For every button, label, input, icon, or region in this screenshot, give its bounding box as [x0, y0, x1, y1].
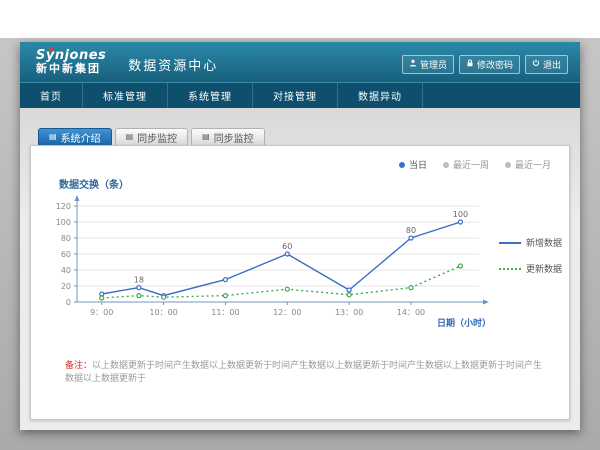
tab-label: 同步监控 [214, 130, 254, 145]
svg-text:80: 80 [406, 226, 416, 235]
tab-label: 同步监控 [137, 130, 177, 145]
app-header: Synjones 新中新集团 数据资源中心 管理员 修改密码 [20, 42, 580, 82]
brand-logo-subtext: 新中新集团 [36, 63, 106, 75]
change-password-button[interactable]: 修改密码 [459, 55, 520, 74]
header-actions: 管理员 修改密码 退出 [402, 55, 568, 74]
svg-text:11：00: 11：00 [211, 308, 239, 317]
range-filter-last-month[interactable]: 最近一月 [505, 158, 551, 171]
lock-icon [466, 59, 474, 70]
svg-text:120: 120 [56, 202, 71, 211]
svg-text:13：00: 13：00 [335, 308, 363, 317]
svg-text:100: 100 [56, 218, 71, 227]
admin-user-label: 管理员 [420, 58, 447, 71]
svg-text:12：00: 12：00 [273, 308, 301, 317]
logo-flame-icon [49, 47, 53, 51]
nav-item-standard-mgmt[interactable]: 标准管理 [83, 83, 168, 108]
brand-logo: Synjones 新中新集团 [36, 49, 106, 75]
line-sample-icon [499, 242, 521, 244]
svg-text:100: 100 [453, 210, 468, 219]
svg-text:40: 40 [61, 266, 71, 275]
logout-button[interactable]: 退出 [525, 55, 568, 74]
change-password-label: 修改密码 [477, 58, 513, 71]
logout-label: 退出 [543, 58, 561, 71]
chart-y-axis-title: 数据交换（条） [59, 176, 129, 191]
radio-dot-icon [399, 162, 405, 168]
range-filter-today[interactable]: 当日 [399, 158, 427, 171]
radio-dot-icon [443, 162, 449, 168]
tab-sync-monitor-2[interactable]: ▤ 同步监控 [191, 128, 265, 145]
content-area: ▤ 系统介绍 ▤ 同步监控 ▤ 同步监控 当日 [20, 108, 580, 430]
radio-dot-icon [505, 162, 511, 168]
brand-logo-text: Synjones [36, 49, 106, 63]
range-filter-label: 当日 [409, 158, 427, 171]
footnote-label: 备注： [65, 361, 92, 371]
page-title: 数据资源中心 [128, 50, 218, 74]
tab-system-intro[interactable]: ▤ 系统介绍 [38, 128, 112, 145]
range-filter-last-week[interactable]: 最近一周 [443, 158, 489, 171]
line-sample-icon [499, 268, 521, 270]
svg-text:日期（小时）: 日期（小时） [437, 317, 491, 329]
svg-text:10：00: 10：00 [149, 308, 177, 317]
footnote: 备注：以上数据更新于时间产生数据以上数据更新于时间产生数据以上数据更新于时间产生… [65, 358, 551, 384]
document-icon: ▤ [202, 133, 210, 141]
nav-item-data-change[interactable]: 数据异动 [338, 83, 423, 108]
power-icon [532, 59, 540, 70]
legend-updated-data[interactable]: 更新数据 [499, 262, 562, 275]
legend-label: 更新数据 [526, 262, 562, 275]
nav-item-system-mgmt[interactable]: 系统管理 [168, 83, 253, 108]
legend-new-data[interactable]: 新增数据 [499, 236, 562, 249]
range-filter-legend: 当日 最近一周 最近一月 [399, 158, 551, 171]
range-filter-label: 最近一月 [515, 158, 551, 171]
tab-sync-monitor-1[interactable]: ▤ 同步监控 [115, 128, 189, 145]
tab-bar: ▤ 系统介绍 ▤ 同步监控 ▤ 同步监控 [38, 128, 265, 145]
nav-item-home[interactable]: 首页 [20, 83, 83, 108]
series-legend: 新增数据 更新数据 [499, 236, 562, 275]
svg-text:60: 60 [61, 250, 71, 259]
range-filter-label: 最近一周 [453, 158, 489, 171]
screenshot-canvas: Synjones 新中新集团 数据资源中心 管理员 修改密码 [0, 0, 600, 450]
main-nav: 首页 标准管理 系统管理 对接管理 数据异动 [20, 82, 580, 108]
svg-text:18: 18 [134, 276, 144, 285]
tab-label: 系统介绍 [61, 130, 101, 145]
svg-text:20: 20 [61, 282, 71, 291]
data-exchange-line-chart: 0 20 40 60 80 100 120 9：00 10：00 11：00 12：00 13：00 1… [37, 192, 493, 332]
admin-user-button[interactable]: 管理员 [402, 55, 454, 74]
legend-label: 新增数据 [526, 236, 562, 249]
svg-text:60: 60 [282, 242, 292, 251]
svg-text:80: 80 [61, 234, 71, 243]
chart-panel: 当日 最近一周 最近一月 数据交换（条） 0 20 40 60 80 100 120 9：00… [30, 145, 570, 420]
document-icon: ▤ [49, 133, 57, 141]
svg-text:0: 0 [66, 298, 71, 307]
svg-text:14：00: 14：00 [397, 308, 425, 317]
user-icon [409, 59, 417, 70]
app-window: Synjones 新中新集团 数据资源中心 管理员 修改密码 [20, 42, 580, 430]
footnote-text: 以上数据更新于时间产生数据以上数据更新于时间产生数据以上数据更新于时间产生数据以… [65, 361, 542, 384]
nav-item-connect-mgmt[interactable]: 对接管理 [253, 83, 338, 108]
svg-text:9：00: 9：00 [90, 308, 113, 317]
document-icon: ▤ [126, 133, 134, 141]
